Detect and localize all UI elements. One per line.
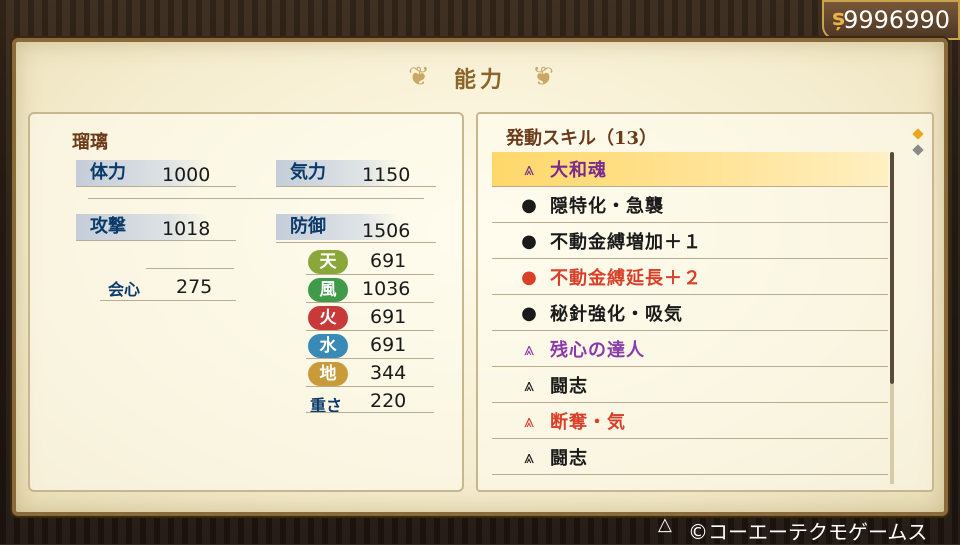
- skill-name: 大和魂: [550, 160, 607, 181]
- skill-row[interactable]: ● 隠特化・急襲: [492, 188, 888, 223]
- skills-header: 発動スキル（13）: [506, 128, 658, 149]
- leaf-ornament-right-icon: ❦: [532, 62, 554, 92]
- fire-value: 691: [370, 306, 407, 328]
- skill-name: 不動金縛延長＋２: [550, 268, 702, 289]
- earth-element-badge: 地: [308, 362, 348, 386]
- wind-element-badge: 風: [308, 278, 348, 302]
- magatama-icon: ●: [521, 230, 537, 252]
- water-value: 691: [370, 334, 407, 356]
- divider: [76, 186, 236, 187]
- earth-value: 344: [370, 362, 407, 384]
- crit-label: 会心: [108, 280, 141, 299]
- magatama-icon: ●: [521, 302, 537, 324]
- skill-row[interactable]: ⩓ 闘志: [492, 440, 888, 475]
- triple-chevron-icon: ⩓: [523, 446, 535, 468]
- character-name: 瑠璃: [72, 132, 108, 153]
- skill-row[interactable]: ● 不動金縛増加＋１: [492, 224, 888, 259]
- skill-row[interactable]: ⩓ 断奪・気: [492, 404, 888, 439]
- skill-row[interactable]: ⩓ 残心の達人: [492, 332, 888, 367]
- fire-element-badge: 火: [308, 306, 348, 330]
- water-element-badge: 水: [308, 334, 348, 358]
- divider: [276, 186, 436, 187]
- triple-chevron-icon: ⩓: [523, 338, 535, 360]
- magatama-icon: ●: [521, 266, 537, 288]
- copyright-text: ©コーエーテクモゲームス: [688, 520, 928, 544]
- divider: [76, 240, 236, 241]
- divider: [276, 242, 436, 243]
- scrollbar-thumb[interactable]: [890, 152, 894, 384]
- defense-value: 1506: [362, 220, 411, 242]
- skill-name: 残心の達人: [550, 340, 645, 361]
- triple-chevron-icon: ⩓: [523, 410, 535, 432]
- divider: [306, 302, 434, 303]
- divider: [88, 198, 424, 199]
- skill-name: 断奪・気: [550, 412, 626, 433]
- divider: [306, 330, 434, 331]
- currency-amount: 9996990: [843, 6, 950, 34]
- triangle-button-icon: △: [658, 514, 672, 535]
- skill-row[interactable]: ⩓ 闘志: [492, 368, 888, 403]
- skill-name: 隠特化・急襲: [550, 196, 664, 217]
- skill-row[interactable]: ● 不動金縛延長＋２: [492, 260, 888, 295]
- page-title: 能力: [453, 67, 506, 93]
- skill-list: ⩓ 大和魂 ● 隠特化・急襲 ● 不動金縛増加＋１ ● 不動金縛延長＋２ ● 秘針強化・吸気 ⩓ 残心…: [492, 152, 888, 476]
- skill-name: 闘志: [550, 448, 588, 469]
- ki-value: 1150: [362, 164, 411, 186]
- skill-name: 不動金縛増加＋１: [550, 232, 702, 253]
- skill-name: 秘針強化・吸気: [550, 304, 683, 325]
- divider: [146, 268, 234, 269]
- skill-row[interactable]: ● 秘針強化・吸気: [492, 296, 888, 331]
- attack-value: 1018: [162, 218, 211, 240]
- skill-row[interactable]: ⩓ 大和魂: [492, 152, 888, 187]
- divider: [306, 274, 434, 275]
- hp-value: 1000: [162, 164, 211, 186]
- scrollbar-track[interactable]: [890, 384, 894, 484]
- triple-chevron-icon: ⩓: [523, 158, 535, 180]
- skill-name: 闘志: [550, 376, 588, 397]
- wind-value: 1036: [362, 278, 411, 300]
- heaven-value: 691: [370, 250, 407, 272]
- magatama-icon: ●: [521, 194, 537, 216]
- weight-value: 220: [370, 390, 407, 412]
- triple-chevron-icon: ⩓: [523, 374, 535, 396]
- crit-value: 275: [176, 276, 213, 298]
- divider: [100, 300, 236, 301]
- divider: [306, 358, 434, 359]
- divider: [306, 386, 434, 387]
- divider: [306, 412, 434, 413]
- heaven-element-badge: 天: [308, 250, 348, 274]
